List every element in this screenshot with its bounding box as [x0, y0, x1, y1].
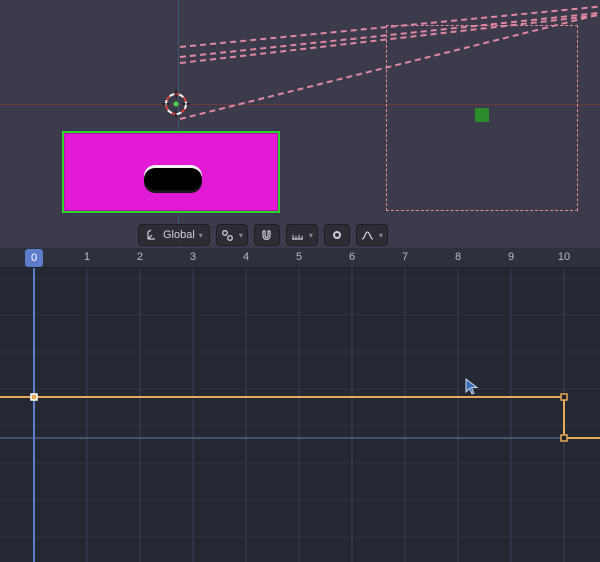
object-detail [144, 168, 202, 190]
keyframe[interactable] [561, 435, 567, 441]
graph-editor[interactable]: 012345678910 [0, 248, 600, 562]
pivot-dropdown[interactable]: ▾ [216, 224, 248, 246]
snap-mode-dropdown[interactable]: ▾ [286, 224, 318, 246]
camera-handle[interactable] [475, 108, 489, 122]
magnet-icon [260, 228, 274, 242]
viewport-3d[interactable]: Global ▾ ▾ ▾ [0, 0, 600, 248]
chevron-down-icon: ▾ [199, 231, 203, 240]
selected-object[interactable] [62, 131, 280, 213]
transform-orientation-dropdown[interactable]: Global ▾ [138, 224, 210, 246]
viewport-toolbar: Global ▾ ▾ ▾ [138, 222, 388, 248]
proportional-falloff-dropdown[interactable]: ▾ [356, 224, 388, 246]
transform-orientation-label: Global [163, 229, 195, 241]
orientation-icon [145, 228, 159, 242]
keyframe[interactable] [31, 394, 37, 400]
pivot-icon [221, 228, 235, 242]
chevron-down-icon: ▾ [309, 231, 313, 240]
chevron-down-icon: ▾ [239, 231, 243, 240]
proportional-edit-toggle[interactable] [324, 224, 350, 246]
keyframe[interactable] [561, 394, 567, 400]
snap-toggle[interactable] [254, 224, 280, 246]
cursor-3d-icon[interactable] [160, 88, 192, 120]
snap-increment-icon [291, 228, 305, 242]
smooth-curve-icon [361, 228, 375, 242]
proportional-dot-icon [333, 231, 341, 239]
chevron-down-icon: ▾ [379, 231, 383, 240]
